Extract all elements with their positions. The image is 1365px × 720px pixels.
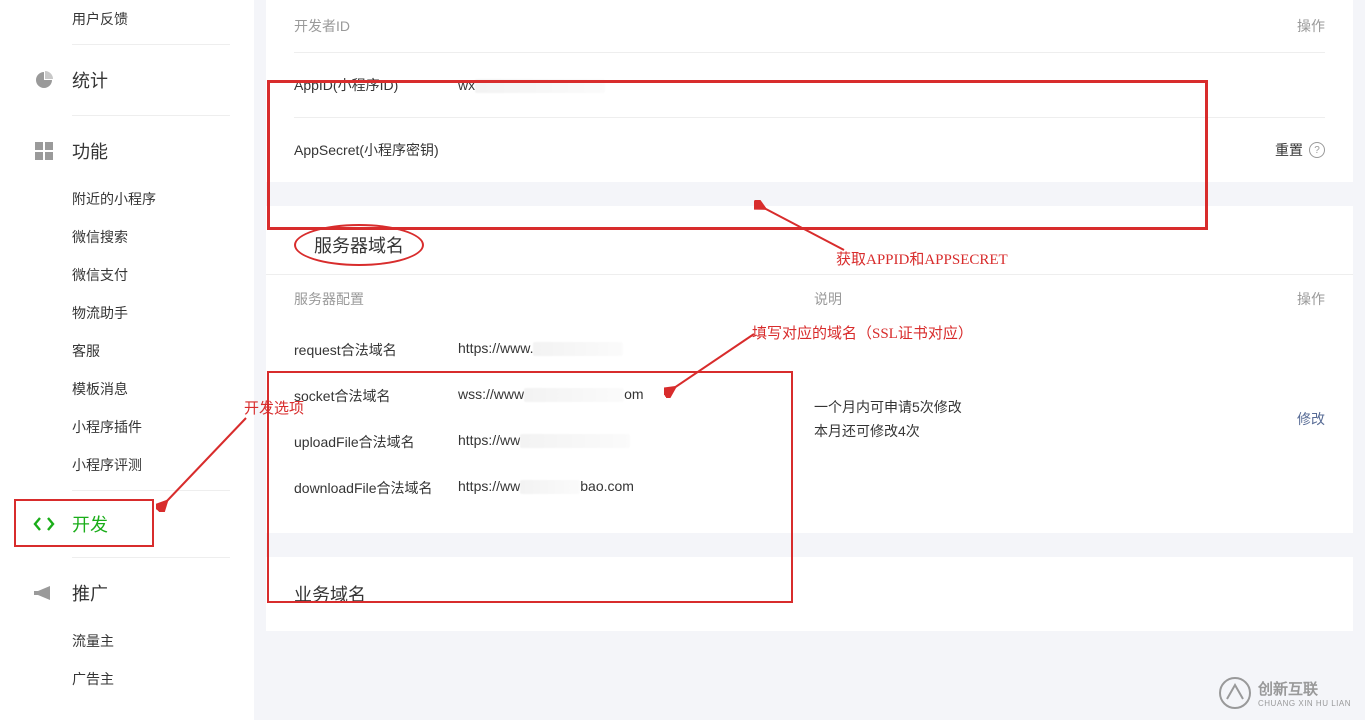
server-domain-card: 服务器域名 服务器配置 说明 操作 request合法域名 https://ww… [266,206,1353,533]
appid-value: wx [458,77,1325,93]
appsecret-row: AppSecret(小程序密钥) 重置 ? [294,117,1325,182]
server-desc-header: 说明 [814,289,1265,309]
sidebar-section-promotion-label: 推广 [72,580,108,606]
appid-label: AppID(小程序ID) [294,75,458,95]
watermark-icon [1218,676,1252,710]
sidebar-item-nearby[interactable]: 附近的小程序 [72,180,230,218]
sidebar-section-promotion[interactable]: 推广 [32,564,230,622]
sidebar-item-develop-label: 开发 [72,511,108,537]
sidebar-item-plugin[interactable]: 小程序插件 [72,408,230,446]
sidebar-section-features[interactable]: 功能 [32,122,230,180]
watermark-sub: CHUANG XIN HU LIAN [1258,699,1351,708]
appsecret-label: AppSecret(小程序密钥) [294,140,458,160]
developer-id-header: 开发者ID [294,16,350,36]
server-domain-title: 服务器域名 [294,224,424,266]
sidebar-item-develop[interactable]: 开发 [32,497,230,551]
sidebar-section-stats[interactable]: 统计 [32,51,230,109]
business-domain-title: 业务域名 [294,581,1325,607]
watermark-brand: 创新互联 [1258,678,1351,699]
sidebar-item-traffic[interactable]: 流量主 [72,622,230,660]
sidebar-section-stats-label: 统计 [72,67,108,93]
server-row-socket: socket合法域名 wss://wwwom [294,373,814,419]
sidebar-item-template[interactable]: 模板消息 [72,370,230,408]
megaphone-icon [32,585,56,601]
appsecret-reset[interactable]: 重置 ? [1275,140,1325,160]
modify-link[interactable]: 修改 [1297,409,1325,429]
main-content: 开发者ID 操作 AppID(小程序ID) wx AppSecret(小程序密钥… [254,0,1365,720]
server-row-request: request合法域名 https://www. [294,327,814,373]
pie-chart-icon [32,70,56,90]
server-row-download: downloadFile合法域名 https://wwbao.com [294,465,814,511]
server-op-header: 操作 [1265,289,1325,309]
sidebar-item-logistics[interactable]: 物流助手 [72,294,230,332]
watermark: 创新互联 CHUANG XIN HU LIAN [1218,676,1351,710]
server-config-header: 服务器配置 [294,289,814,309]
code-icon [32,515,56,533]
appid-row: AppID(小程序ID) wx [294,52,1325,117]
sidebar-item-eval[interactable]: 小程序评测 [72,446,230,484]
server-row-upload: uploadFile合法域名 https://ww [294,419,814,465]
grid-icon [32,142,56,160]
sidebar-section-features-label: 功能 [72,138,108,164]
sidebar-item-feedback[interactable]: 用户反馈 [72,0,230,38]
developer-id-card: 开发者ID 操作 AppID(小程序ID) wx AppSecret(小程序密钥… [266,0,1353,182]
sidebar-item-service[interactable]: 客服 [72,332,230,370]
help-icon[interactable]: ? [1309,142,1325,158]
server-desc: 一个月内可申请5次修改 本月还可修改4次 [814,327,1265,511]
developer-op-header: 操作 [1297,16,1325,36]
business-domain-card: 业务域名 [266,557,1353,631]
sidebar-item-pay[interactable]: 微信支付 [72,256,230,294]
server-rows: request合法域名 https://www. socket合法域名 wss:… [294,327,814,511]
sidebar-item-search[interactable]: 微信搜索 [72,218,230,256]
sidebar-item-advertiser[interactable]: 广告主 [72,660,230,698]
sidebar: 用户反馈 统计 功能 附近的小程序 微信搜索 微信支付 物流助手 客服 模板消息 [0,0,254,720]
